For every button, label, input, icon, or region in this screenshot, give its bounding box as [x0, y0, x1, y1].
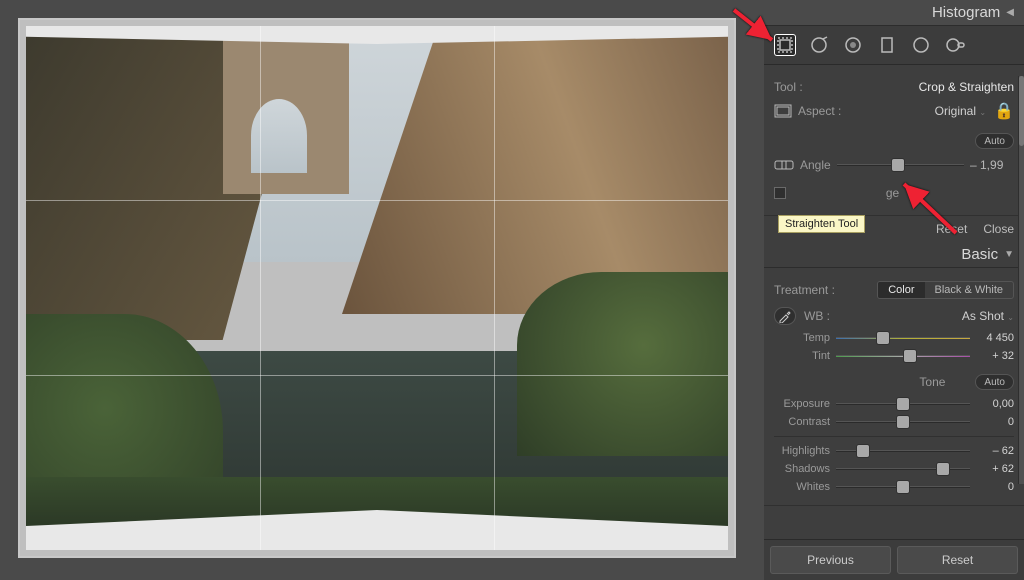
collapse-icon: ◀ — [1006, 7, 1014, 18]
basic-title: Basic — [961, 246, 998, 263]
shadows-value: + 62 — [976, 463, 1014, 475]
highlights-value: – 62 — [976, 445, 1014, 457]
aspect-dropdown[interactable]: Original ⌄ — [935, 104, 986, 118]
canvas-area[interactable] — [0, 0, 764, 580]
whites-slider[interactable] — [836, 479, 970, 495]
whites-value: 0 — [976, 481, 1014, 493]
panel-scrollbar[interactable] — [1018, 76, 1024, 484]
shadows-slider[interactable] — [836, 461, 970, 477]
contrast-label: Contrast — [774, 416, 830, 428]
graduated-filter-button[interactable] — [876, 34, 898, 56]
previous-button[interactable]: Previous — [770, 546, 891, 574]
aspect-lock-icon[interactable]: 🔒 — [994, 101, 1014, 121]
crop-tool-button[interactable] — [774, 34, 796, 56]
histogram-title: Histogram — [932, 4, 1000, 21]
treatment-toggle[interactable]: Color Black & White — [877, 281, 1014, 299]
basic-header[interactable]: Basic ▼ — [764, 242, 1024, 268]
highlights-label: Highlights — [774, 445, 830, 457]
tool-label: Tool : — [774, 80, 803, 94]
spot-removal-button[interactable] — [808, 34, 830, 56]
tone-label: Tone — [919, 375, 945, 389]
exposure-label: Exposure — [774, 398, 830, 410]
adjustment-brush-button[interactable] — [944, 34, 966, 56]
whites-label: Whites — [774, 481, 830, 493]
wb-dropdown[interactable]: As Shot ⌄ — [962, 309, 1014, 323]
angle-auto-button[interactable]: Auto — [975, 133, 1014, 149]
level-icon[interactable] — [774, 157, 794, 173]
exposure-value: 0,00 — [976, 398, 1014, 410]
tool-name: Crop & Straighten — [919, 80, 1014, 94]
white-balance-dropper[interactable] — [774, 307, 796, 325]
angle-label: Angle — [800, 158, 831, 172]
crop-frame[interactable] — [18, 18, 736, 558]
tint-label: Tint — [774, 350, 830, 362]
redeye-button[interactable] — [842, 34, 864, 56]
photo-preview — [26, 26, 728, 550]
aspect-icon — [774, 102, 792, 120]
contrast-slider[interactable] — [836, 414, 970, 430]
tool-strip — [764, 26, 1024, 65]
crop-actions: Reset Close — [764, 216, 1024, 242]
aspect-label: Aspect : — [798, 104, 841, 118]
tone-auto-button[interactable]: Auto — [975, 374, 1014, 390]
treatment-label: Treatment : — [774, 283, 835, 297]
angle-value: – 1,99 — [970, 158, 1014, 172]
treatment-color[interactable]: Color — [878, 282, 924, 298]
shadows-label: Shadows — [774, 463, 830, 475]
tint-slider[interactable] — [836, 348, 970, 364]
exposure-slider[interactable] — [836, 396, 970, 412]
treatment-bw[interactable]: Black & White — [925, 282, 1013, 298]
crop-close-button[interactable]: Close — [983, 222, 1014, 236]
tint-value: + 32 — [976, 350, 1014, 362]
basic-section: Treatment : Color Black & White WB : As … — [764, 268, 1024, 506]
radial-filter-button[interactable] — [910, 34, 932, 56]
develop-panel: Histogram ◀ — [764, 0, 1024, 580]
constrain-image-checkbox[interactable] — [774, 187, 786, 199]
highlights-slider[interactable] — [836, 443, 970, 459]
temp-slider[interactable] — [836, 330, 970, 346]
histogram-header[interactable]: Histogram ◀ — [764, 0, 1024, 26]
reset-all-button[interactable]: Reset — [897, 546, 1018, 574]
angle-slider[interactable] — [837, 157, 964, 173]
temp-value: 4 450 — [976, 332, 1014, 344]
wb-label: WB : — [804, 309, 830, 323]
contrast-value: 0 — [976, 416, 1014, 428]
app-root: Histogram ◀ — [0, 0, 1024, 580]
bottom-buttons: Previous Reset — [764, 539, 1024, 580]
crop-section: Tool : Crop & Straighten Aspect : Origin… — [764, 65, 1024, 216]
temp-label: Temp — [774, 332, 830, 344]
expand-icon: ▼ — [1004, 249, 1014, 260]
crop-reset-button[interactable]: Reset — [936, 222, 967, 236]
